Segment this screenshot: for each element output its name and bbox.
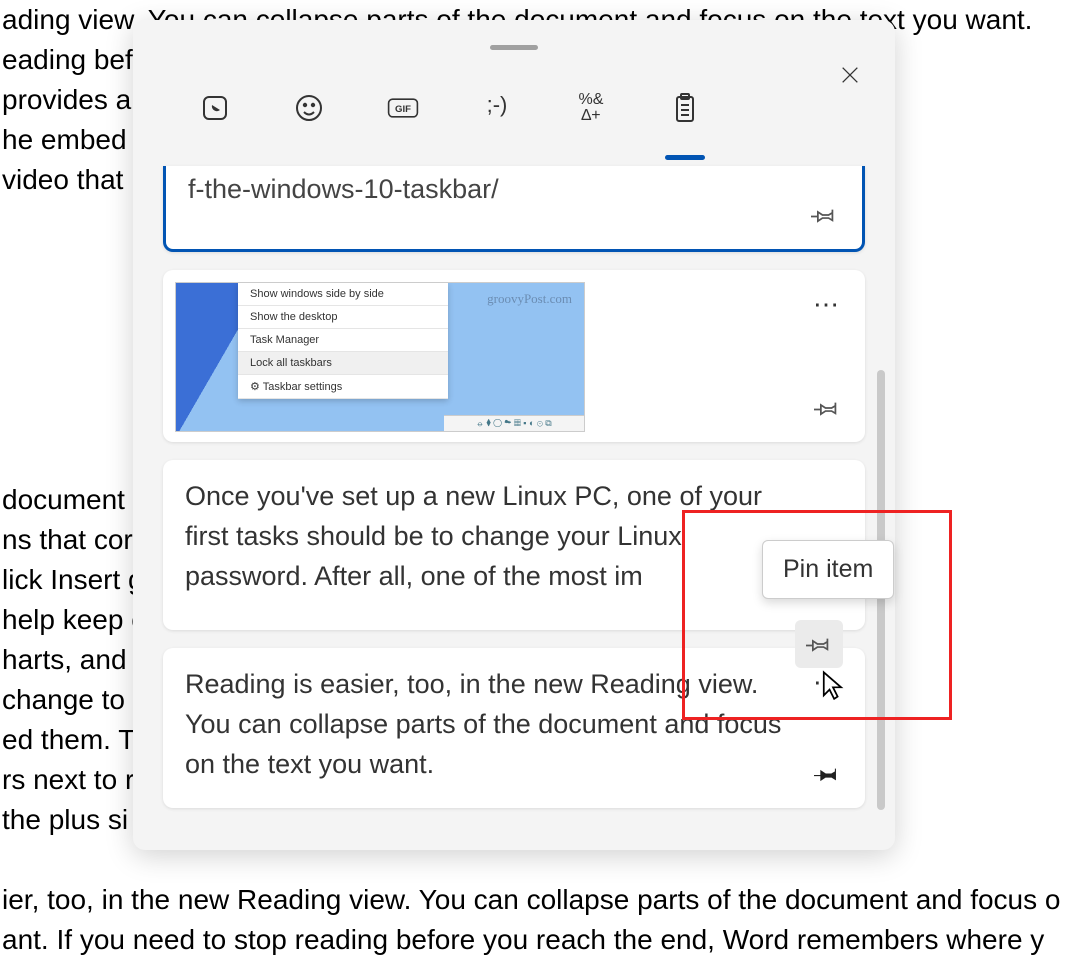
kaomoji-icon: ;-) bbox=[487, 92, 508, 118]
pin-button[interactable] bbox=[811, 758, 843, 790]
tab-symbols[interactable]: %& ∆+ bbox=[569, 92, 613, 154]
emoji-icon bbox=[293, 92, 325, 124]
clip-text: Once you've set up a new Linux PC, one o… bbox=[185, 476, 790, 596]
clipboard-icon bbox=[669, 92, 701, 124]
clipboard-list: f-the-windows-10-taskbar/ Show windows s… bbox=[133, 154, 895, 850]
tab-gif[interactable]: GIF bbox=[381, 92, 425, 154]
clip-item-reading[interactable]: Reading is easier, too, in the new Readi… bbox=[163, 648, 865, 808]
clip-item-linux[interactable]: Once you've set up a new Linux PC, one o… bbox=[163, 460, 865, 630]
tab-emoji[interactable] bbox=[287, 92, 331, 154]
tab-clipboard[interactable] bbox=[663, 92, 707, 154]
pin-filled-icon bbox=[814, 761, 840, 787]
pin-icon bbox=[811, 202, 837, 228]
mouse-cursor bbox=[820, 670, 846, 705]
thumbnail-tray: ⦵ ⧫ ◯ ☁ ▦ ▪ ◐ ⊙ ⧉ bbox=[444, 415, 584, 431]
tab-kaomoji[interactable]: ;-) bbox=[475, 92, 519, 154]
close-button[interactable] bbox=[835, 60, 865, 90]
clipboard-panel: GIF ;-) %& ∆+ f-the-windows-10-taskbar/ … bbox=[133, 20, 895, 850]
pin-button-hover[interactable] bbox=[795, 620, 843, 668]
clip-item-image[interactable]: Show windows side by side Show the deskt… bbox=[163, 270, 865, 442]
gif-icon: GIF bbox=[387, 92, 419, 124]
pin-button[interactable] bbox=[808, 199, 840, 231]
pin-tooltip: Pin item bbox=[762, 540, 894, 599]
symbols-icon: %& ∆+ bbox=[579, 92, 604, 124]
clip-thumbnail: Show windows side by side Show the deskt… bbox=[175, 282, 585, 432]
clip-text: f-the-windows-10-taskbar/ bbox=[188, 172, 787, 206]
more-button[interactable]: ⋯ bbox=[811, 288, 843, 320]
pin-icon bbox=[806, 631, 832, 657]
tab-stickers[interactable] bbox=[193, 92, 237, 154]
sticker-icon bbox=[199, 92, 231, 124]
clip-text: Reading is easier, too, in the new Readi… bbox=[185, 664, 790, 784]
close-icon bbox=[839, 64, 861, 86]
clip-item-url[interactable]: f-the-windows-10-taskbar/ bbox=[163, 166, 865, 252]
thumbnail-watermark: groovyPost.com bbox=[487, 291, 572, 307]
tab-bar: GIF ;-) %& ∆+ bbox=[133, 50, 895, 154]
pin-icon bbox=[814, 395, 840, 421]
svg-text:GIF: GIF bbox=[395, 104, 411, 115]
pin-button[interactable] bbox=[811, 392, 843, 424]
thumbnail-context-menu: Show windows side by side Show the deskt… bbox=[238, 283, 448, 399]
